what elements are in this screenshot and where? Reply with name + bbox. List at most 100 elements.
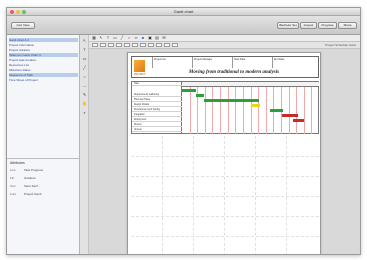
task-row: Design Models xyxy=(132,103,182,107)
sidebar-item[interactable]: Resources List xyxy=(9,63,78,67)
gantt-bar[interactable] xyxy=(203,99,259,102)
gantt-bar[interactable] xyxy=(269,109,284,112)
ellipse-icon[interactable]: ○ xyxy=(127,36,131,40)
company-logo xyxy=(134,60,145,72)
sidebar-item[interactable]: Tasks per Gantt Chart 4 xyxy=(9,53,78,57)
page-grid-line xyxy=(286,136,287,254)
page-tab[interactable] xyxy=(140,43,146,47)
attribute-key: Line xyxy=(10,168,16,172)
task-row: Review xyxy=(132,123,182,127)
page-tab[interactable] xyxy=(156,43,162,47)
grid-icon[interactable]: ▦ xyxy=(92,36,96,40)
attribute-value: Task Progress xyxy=(24,168,44,172)
rectangle-tool-icon[interactable]: ▭ xyxy=(82,56,87,61)
ellipse-tool-icon[interactable]: ○ xyxy=(82,74,87,79)
gantt-bar[interactable] xyxy=(195,94,204,97)
sidebar-item[interactable]: Milestone Dates xyxy=(9,68,78,72)
toolbar-button-2[interactable]: Inspect xyxy=(300,22,317,29)
toolbar-button-3[interactable]: Progress xyxy=(318,22,337,29)
task-row: Deployment xyxy=(132,118,182,122)
task-column: Task Requirements Gathering Planning Phase… xyxy=(132,82,182,133)
timeline-gridline xyxy=(258,87,260,134)
page-grid-line xyxy=(131,176,319,177)
image-icon[interactable]: ▣ xyxy=(148,36,152,40)
zoom-label[interactable]: Project Schedule Gantt xyxy=(325,43,356,47)
timeline-gridline xyxy=(288,87,290,134)
cursor-icon[interactable]: ↖ xyxy=(99,36,103,40)
sidebar-item[interactable]: Project task duration xyxy=(9,58,78,62)
toolbar-button-4[interactable]: Share xyxy=(338,22,357,29)
connector-tool-icon[interactable]: ↔ xyxy=(82,83,87,88)
page-tab[interactable] xyxy=(164,43,170,47)
header-cell: End Date xyxy=(272,57,318,68)
gantt-bar[interactable] xyxy=(292,119,304,122)
page-tab[interactable] xyxy=(172,43,178,47)
attribute-value: Gradient xyxy=(24,176,36,180)
page-tab[interactable] xyxy=(108,43,114,47)
task-row: Integration xyxy=(132,113,182,117)
logo-text: PROJECT xyxy=(134,73,146,76)
selected-tool-icon[interactable]: ■ xyxy=(141,36,145,40)
sidebar-item[interactable]: Time Sheet of Project xyxy=(9,78,78,82)
timeline-gridline xyxy=(212,87,214,134)
shape-icon[interactable]: ▭ xyxy=(113,36,117,40)
pointer-tool-icon[interactable]: ↖ xyxy=(82,38,87,43)
timeline-gridline xyxy=(242,87,244,134)
table-icon[interactable]: ▤ xyxy=(155,36,159,40)
attribute-key: Text xyxy=(10,184,16,188)
page-grid-line xyxy=(131,156,319,157)
gantt-bar[interactable] xyxy=(250,104,261,107)
main-toolbar: Cert View Bachelor Set Inspect Progress … xyxy=(7,16,360,35)
header-cell: Project Manager xyxy=(192,57,232,68)
page-grid-line xyxy=(131,216,319,217)
cert-view-button[interactable]: Cert View xyxy=(11,22,35,29)
timeline-gridline xyxy=(311,87,313,134)
sidebar-item[interactable]: Gantt chart 4.4 xyxy=(9,38,78,42)
text-tool-icon[interactable]: T xyxy=(82,47,87,52)
sidebar-item[interactable]: Project Information xyxy=(9,43,78,47)
app-window: Gantt chart Cert View Bachelor Set Inspe… xyxy=(6,7,361,255)
canvas-area: ▦ ↖ T ▭ ╱ ○ ∞ ■ ▣ ▤ ✉ Project Schedule G… xyxy=(89,35,360,254)
link-icon[interactable]: ∞ xyxy=(134,36,138,40)
comment-icon[interactable]: ✉ xyxy=(162,36,166,40)
sidebar-item[interactable]: Sequence of Task xyxy=(9,73,78,77)
page-tab[interactable] xyxy=(132,43,138,47)
attribute-value: Sans Serif xyxy=(24,184,38,188)
attribute-row[interactable]: Line Task Progress xyxy=(10,168,76,173)
page-tab[interactable] xyxy=(116,43,122,47)
text-icon[interactable]: T xyxy=(106,36,110,40)
hand-tool-icon[interactable]: ✋ xyxy=(82,101,87,106)
empty-grid xyxy=(131,136,319,254)
zoom-tool-icon[interactable]: ⌕ xyxy=(82,110,87,115)
attribute-value: Project Gantt xyxy=(24,192,42,196)
line-icon[interactable]: ╱ xyxy=(120,36,124,40)
task-row: Task xyxy=(132,82,182,86)
timeline-gridline xyxy=(189,87,191,134)
page-grid-line xyxy=(162,136,163,254)
attributes-title: Attributes xyxy=(10,161,25,165)
gantt-chart: Task Requirements Gathering Planning Phase… xyxy=(131,81,319,134)
page-tab[interactable] xyxy=(148,43,154,47)
attribute-row[interactable]: Font Project Gantt xyxy=(10,192,76,197)
header-cell: Project No. xyxy=(152,57,192,68)
gantt-bar[interactable] xyxy=(182,89,196,92)
page-tab[interactable] xyxy=(92,43,98,47)
toolbar-button-1[interactable]: Bachelor Set xyxy=(277,22,299,29)
task-row: Development and Testing xyxy=(132,108,182,112)
task-row: Requirements Gathering xyxy=(132,93,182,97)
attribute-row[interactable] xyxy=(10,200,76,205)
task-row: Closure xyxy=(132,128,182,132)
sidebar-item[interactable]: Project duration xyxy=(9,48,78,52)
sidebar: Gantt chart 4.4 Project Information Proj… xyxy=(7,35,80,254)
page-tab[interactable] xyxy=(124,43,130,47)
window-title: Gantt chart xyxy=(173,9,194,14)
attribute-row[interactable]: Fill Gradient xyxy=(10,176,76,181)
line-tool-icon[interactable]: ╱ xyxy=(82,65,87,70)
page-tab[interactable] xyxy=(100,43,106,47)
document-page[interactable]: PROJECT Project No. Project Manager Star… xyxy=(127,52,321,254)
pen-tool-icon[interactable]: ✎ xyxy=(82,92,87,97)
attribute-row[interactable]: Text Sans Serif xyxy=(10,184,76,189)
page-grid-line xyxy=(224,136,225,254)
gantt-bar[interactable] xyxy=(282,114,299,117)
attribute-key: Font xyxy=(10,192,17,196)
